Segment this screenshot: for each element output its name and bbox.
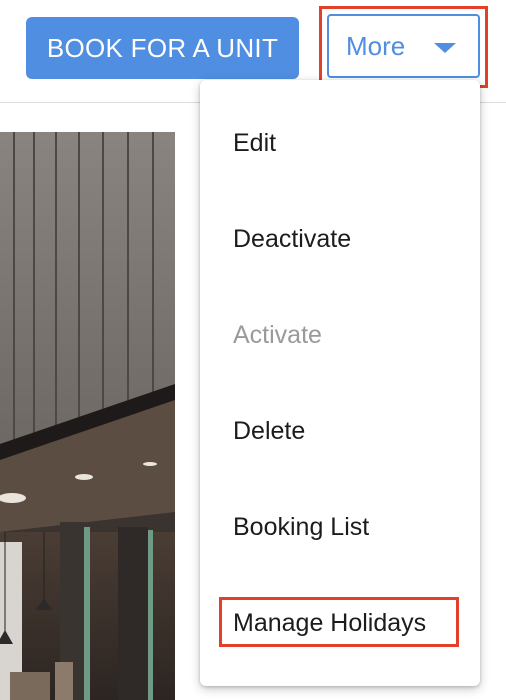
more-button-label: More bbox=[346, 30, 406, 61]
menu-item-booking-list[interactable]: Booking List bbox=[200, 497, 480, 557]
menu-item-edit[interactable]: Edit bbox=[200, 113, 480, 173]
caret-down-icon bbox=[434, 43, 456, 53]
menu-item-activate: Activate bbox=[200, 305, 480, 365]
venue-photo bbox=[0, 132, 175, 700]
more-dropdown-menu: Edit Deactivate Activate Delete Booking … bbox=[200, 80, 480, 686]
menu-item-label: Deactivate bbox=[233, 224, 352, 253]
menu-item-label: Booking List bbox=[233, 512, 370, 541]
menu-item-label: Edit bbox=[233, 128, 277, 157]
menu-item-delete[interactable]: Delete bbox=[200, 401, 480, 461]
menu-item-deactivate[interactable]: Deactivate bbox=[200, 209, 480, 269]
manage-holidays-highlight bbox=[219, 597, 459, 647]
book-for-a-unit-button[interactable]: BOOK FOR A UNIT bbox=[26, 17, 299, 79]
menu-item-label: Activate bbox=[233, 320, 322, 349]
more-dropdown-button[interactable]: More bbox=[327, 14, 480, 78]
menu-item-label: Delete bbox=[233, 416, 306, 445]
book-button-label: BOOK FOR A UNIT bbox=[46, 32, 279, 63]
